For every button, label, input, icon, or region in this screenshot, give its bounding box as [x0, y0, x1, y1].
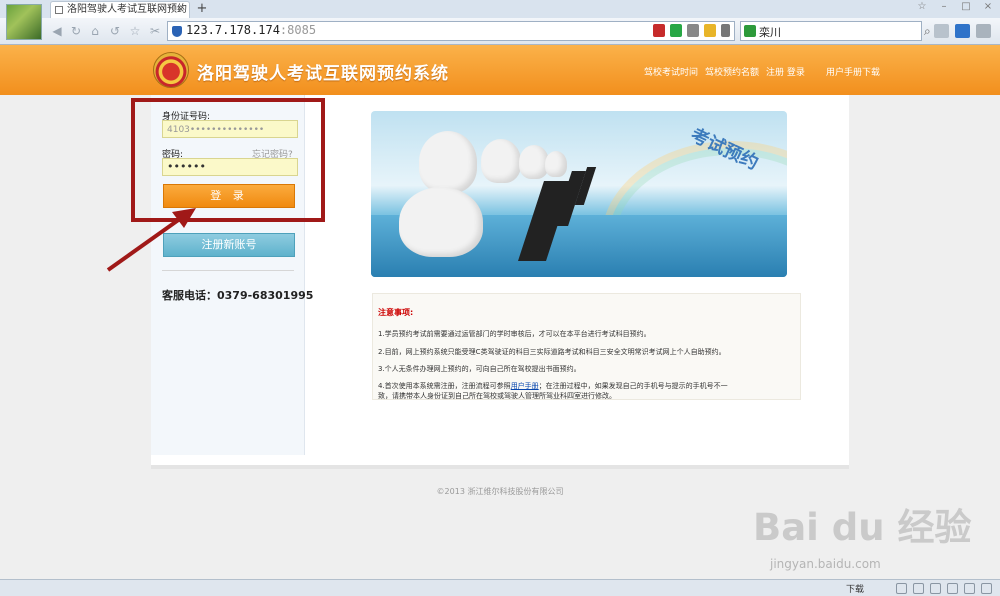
sync-icon[interactable] — [947, 583, 958, 594]
split-view-icon[interactable] — [913, 583, 924, 594]
settings-icon[interactable] — [964, 583, 975, 594]
browser-status-bar: 下载 — [0, 579, 1000, 596]
history-icon[interactable] — [930, 583, 941, 594]
fullscreen-icon[interactable] — [981, 583, 992, 594]
baidu-watermark: Bai du 经验 — [753, 506, 972, 549]
baidu-watermark-url: jingyan.baidu.com — [770, 557, 881, 571]
zoom-icon[interactable] — [896, 583, 907, 594]
user-avatar[interactable] — [6, 4, 42, 40]
download-label[interactable]: 下载 — [846, 582, 864, 595]
